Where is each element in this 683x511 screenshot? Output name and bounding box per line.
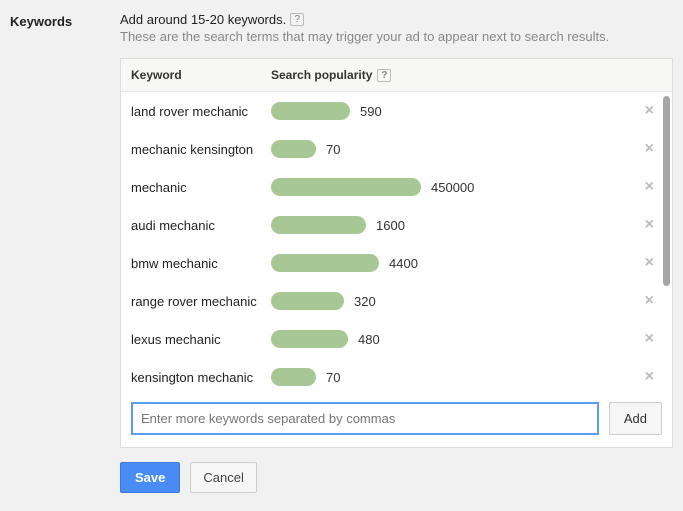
table-row: land rover mechanic 590 × (121, 92, 672, 130)
remove-icon[interactable]: × (645, 292, 654, 310)
popularity-bar (271, 216, 366, 234)
popularity-value: 320 (354, 294, 376, 309)
section-label: Keywords (10, 12, 120, 493)
keywords-panel: Keyword Search popularity ? land rover m… (120, 58, 673, 448)
help-icon[interactable]: ? (377, 69, 391, 82)
keyword-input[interactable] (131, 402, 599, 435)
popularity-bar (271, 292, 344, 310)
popularity-cell: 590 (271, 102, 662, 120)
remove-icon[interactable]: × (645, 102, 654, 120)
popularity-value: 590 (360, 104, 382, 119)
keyword-cell: kensington mechanic (131, 370, 271, 385)
remove-icon[interactable]: × (645, 178, 654, 196)
popularity-value: 4400 (389, 256, 418, 271)
table-row: lexus mechanic 480 × (121, 320, 672, 358)
popularity-value: 70 (326, 370, 340, 385)
popularity-cell: 1600 (271, 216, 662, 234)
keyword-cell: audi mechanic (131, 218, 271, 233)
table-row: bmw mechanic 4400 × (121, 244, 672, 282)
help-icon[interactable]: ? (290, 13, 304, 26)
popularity-bar (271, 140, 316, 158)
keyword-cell: mechanic kensington (131, 142, 271, 157)
popularity-bar (271, 330, 348, 348)
remove-icon[interactable]: × (645, 254, 654, 272)
popularity-bar (271, 254, 379, 272)
popularity-cell: 70 (271, 368, 662, 386)
col-header-keyword: Keyword (131, 68, 271, 82)
col-header-popularity: Search popularity (271, 68, 372, 82)
cancel-button[interactable]: Cancel (190, 462, 256, 493)
popularity-value: 70 (326, 142, 340, 157)
remove-icon[interactable]: × (645, 330, 654, 348)
add-button[interactable]: Add (609, 402, 662, 435)
panel-header: Keyword Search popularity ? (121, 59, 672, 92)
keyword-cell: bmw mechanic (131, 256, 271, 271)
table-row: mechanic kensington 70 × (121, 130, 672, 168)
keyword-cell: range rover mechanic (131, 294, 271, 309)
popularity-bar (271, 368, 316, 386)
keyword-cell: lexus mechanic (131, 332, 271, 347)
scrollbar[interactable] (663, 96, 670, 286)
hint-text: Add around 15-20 keywords. (120, 12, 286, 27)
popularity-value: 450000 (431, 180, 474, 195)
table-row: mechanic 450000 × (121, 168, 672, 206)
popularity-cell: 480 (271, 330, 662, 348)
popularity-bar (271, 178, 421, 196)
popularity-bar (271, 102, 350, 120)
table-row: range rover mechanic 320 × (121, 282, 672, 320)
popularity-cell: 450000 (271, 178, 662, 196)
remove-icon[interactable]: × (645, 140, 654, 158)
keyword-cell: land rover mechanic (131, 104, 271, 119)
sub-hint: These are the search terms that may trig… (120, 29, 673, 44)
table-row: audi mechanic 1600 × (121, 206, 672, 244)
remove-icon[interactable]: × (645, 368, 654, 386)
popularity-value: 1600 (376, 218, 405, 233)
save-button[interactable]: Save (120, 462, 180, 493)
keyword-cell: mechanic (131, 180, 271, 195)
popularity-cell: 70 (271, 140, 662, 158)
popularity-cell: 4400 (271, 254, 662, 272)
popularity-cell: 320 (271, 292, 662, 310)
popularity-value: 480 (358, 332, 380, 347)
table-row: kensington mechanic 70 × (121, 358, 672, 392)
remove-icon[interactable]: × (645, 216, 654, 234)
